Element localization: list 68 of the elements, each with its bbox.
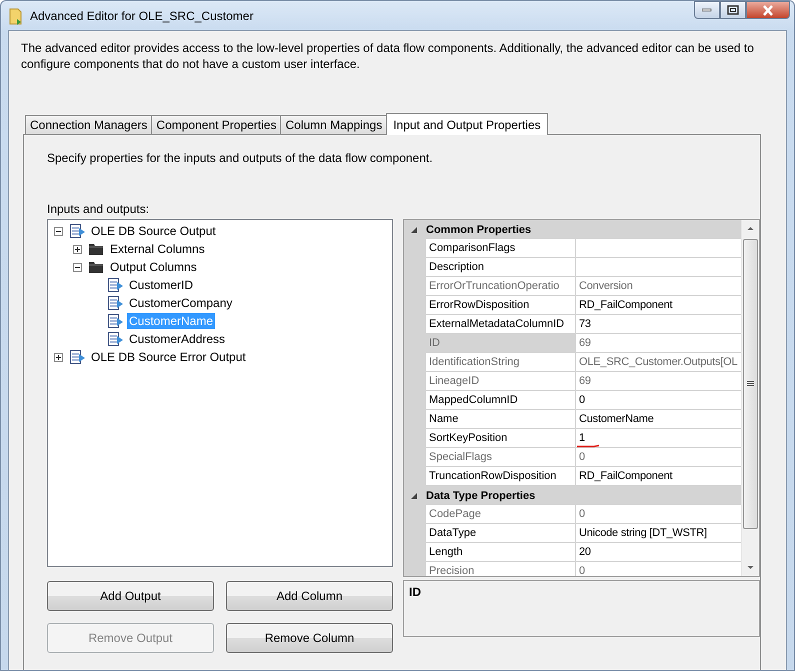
tree-item[interactable]: CustomerAddress bbox=[127, 331, 228, 347]
property-value: 0 bbox=[579, 508, 585, 520]
column-icon bbox=[106, 331, 124, 347]
property-value: 73 bbox=[579, 318, 591, 330]
property-value: Conversion bbox=[579, 280, 633, 292]
property-value: RD_FailComponent bbox=[579, 470, 672, 482]
property-value: CustomerName bbox=[579, 413, 654, 425]
tab[interactable]: Component Properties bbox=[151, 115, 282, 134]
tab[interactable]: Input and Output Properties bbox=[386, 113, 548, 135]
tree-item[interactable]: CustomerID bbox=[127, 277, 196, 293]
window-title: Advanced Editor for OLE_SRC_Customer bbox=[30, 8, 254, 22]
property-name[interactable]: Name bbox=[426, 410, 576, 429]
column-icon bbox=[106, 295, 124, 311]
tree-item[interactable]: OLE DB Source Output bbox=[89, 223, 218, 239]
column-icon bbox=[68, 223, 86, 239]
grip-icon bbox=[747, 381, 754, 387]
maximize-button[interactable] bbox=[720, 1, 746, 19]
collapse-icon[interactable] bbox=[73, 262, 82, 272]
maximize-icon bbox=[727, 5, 739, 15]
panel-hint: Specify properties for the inputs and outputs of the data flow component. bbox=[47, 151, 434, 167]
property-name[interactable]: MappedColumnID bbox=[426, 391, 576, 410]
property-value: OLE_SRC_Customer.Outputs[OL bbox=[579, 356, 738, 368]
tree-item[interactable]: External Columns bbox=[108, 241, 207, 257]
property-value: 69 bbox=[579, 337, 591, 349]
column-icon bbox=[106, 313, 124, 329]
collapse-icon[interactable] bbox=[54, 226, 63, 236]
property-name[interactable]: ComparisonFlags bbox=[426, 239, 576, 258]
property-value: 69 bbox=[579, 375, 591, 387]
property-name[interactable]: DataType bbox=[426, 524, 576, 543]
close-button[interactable] bbox=[746, 1, 790, 19]
property-value: Unicode string [DT_WSTR] bbox=[579, 527, 707, 539]
folder-icon bbox=[87, 241, 105, 257]
scrollbar[interactable] bbox=[741, 220, 759, 576]
property-name[interactable]: SortKeyPosition bbox=[426, 429, 576, 448]
minimize-button[interactable] bbox=[694, 1, 720, 19]
column-icon bbox=[68, 349, 86, 365]
tab[interactable]: Connection Managers bbox=[25, 115, 152, 134]
expand-icon[interactable] bbox=[54, 352, 63, 362]
tree-item[interactable]: Output Columns bbox=[108, 259, 199, 275]
property-value: 0 bbox=[579, 451, 585, 463]
tree-view[interactable]: OLE DB Source Output External Columns Output Columns CustomerID CustomerCompany CustomerName CustomerAddress OLE DB Source Error Output bbox=[47, 219, 393, 567]
action-button[interactable]: Add Output bbox=[47, 581, 214, 611]
category-label: Data Type Properties bbox=[425, 490, 536, 502]
folder-icon bbox=[87, 259, 105, 275]
property-value: 20 bbox=[579, 546, 591, 558]
property-name[interactable]: ErrorRowDisposition bbox=[426, 296, 576, 315]
property-value: 0 bbox=[579, 394, 585, 406]
tree-label: Inputs and outputs: bbox=[47, 202, 150, 218]
property-value: RD_FailComponent bbox=[579, 299, 672, 311]
property-grid[interactable] bbox=[403, 219, 760, 577]
action-button[interactable]: Remove Column bbox=[226, 623, 393, 653]
description-title: ID bbox=[409, 585, 421, 599]
property-name[interactable]: Description bbox=[426, 258, 576, 277]
category-label: Common Properties bbox=[425, 224, 532, 236]
tree-item[interactable]: CustomerCompany bbox=[127, 295, 234, 311]
minimize-icon bbox=[702, 8, 712, 12]
property-value: 1 bbox=[579, 432, 585, 444]
scroll-thumb[interactable] bbox=[743, 239, 758, 529]
tree-item[interactable]: OLE DB Source Error Output bbox=[89, 349, 248, 365]
column-icon bbox=[106, 277, 124, 293]
action-button[interactable]: Add Column bbox=[226, 581, 393, 611]
app-icon bbox=[8, 6, 24, 24]
expand-icon[interactable] bbox=[73, 244, 82, 254]
property-value: 0 bbox=[579, 565, 585, 576]
intro-text: The advanced editor provides access to the low-level properties of data flow components. Additionally, the advanced editor can be used to configure components that do not have a custom user interface. bbox=[21, 40, 755, 72]
property-name[interactable]: Length bbox=[426, 543, 576, 562]
close-icon bbox=[762, 4, 774, 16]
tab[interactable]: Column Mappings bbox=[280, 115, 388, 134]
